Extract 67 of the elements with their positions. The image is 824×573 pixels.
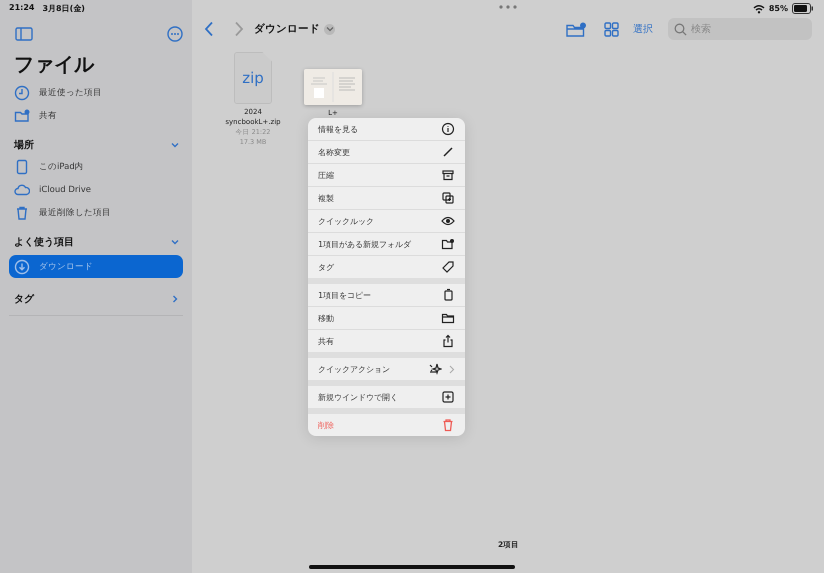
section-title: よく使う項目 xyxy=(14,236,74,248)
chevron-right-icon xyxy=(234,21,244,37)
ellipsis-icon xyxy=(167,26,183,42)
ipad-icon xyxy=(14,158,30,174)
document-pages-drawing xyxy=(305,70,361,104)
sidebar-item[interactable]: 最近使った項目 xyxy=(9,81,183,104)
battery-percentage: 85% xyxy=(768,4,788,13)
share-icon xyxy=(441,334,455,348)
pencil-icon xyxy=(441,145,455,159)
new-folder-button[interactable] xyxy=(566,22,586,36)
wifi-icon xyxy=(752,4,765,14)
info-icon xyxy=(441,122,455,136)
section-title: 場所 xyxy=(14,138,34,152)
trash-icon xyxy=(14,204,30,220)
chevron-down-icon xyxy=(326,26,334,32)
menu-item[interactable]: 名称変更 xyxy=(308,141,465,163)
section-header[interactable]: よく使う項目 xyxy=(9,231,183,252)
menu-item[interactable]: 1項目をコピー xyxy=(308,284,465,306)
folder-title: ダウンロード xyxy=(254,22,320,36)
document-thumbnail[interactable] xyxy=(304,69,362,105)
menu-item[interactable]: 1項目がある新規フォルダ xyxy=(308,233,465,255)
section-header[interactable]: 場所 xyxy=(9,134,183,155)
section-header[interactable]: タグ xyxy=(9,288,183,316)
menu-item[interactable]: 共有 xyxy=(308,330,465,352)
sidebar-item[interactable]: 共有 xyxy=(9,104,183,127)
menu-item[interactable]: 圧縮 xyxy=(308,164,465,186)
sidebar-title: ファイル xyxy=(14,51,96,77)
back-button[interactable] xyxy=(204,21,214,37)
sidebar-icon xyxy=(15,27,33,41)
multitasking-dots-icon xyxy=(499,5,517,9)
section-title: タグ xyxy=(14,292,34,306)
folder-menu-button[interactable] xyxy=(324,24,335,34)
status-date: 3月8日(金) xyxy=(42,3,85,15)
chevron-left-icon xyxy=(204,21,214,37)
sidebar-item[interactable]: iCloud Drive xyxy=(9,178,183,201)
menu-item[interactable]: 新規ウインドウで開く xyxy=(308,386,465,408)
status-time: 21:24 xyxy=(9,3,34,14)
clock-icon xyxy=(14,84,30,100)
new-folder-icon xyxy=(566,22,586,36)
chevron-right-icon xyxy=(449,364,455,374)
grid-icon xyxy=(604,22,619,36)
menu-item[interactable]: 移動 xyxy=(308,307,465,329)
sidebar-toggle-button[interactable] xyxy=(15,27,33,41)
new-folder-icon xyxy=(441,237,455,251)
folder-icon xyxy=(441,311,455,325)
plus-square-icon xyxy=(441,390,455,404)
battery-icon xyxy=(792,3,814,14)
grid-view-button[interactable] xyxy=(604,22,619,36)
menu-item[interactable]: クイックアクション xyxy=(308,358,465,380)
menu-item[interactable]: 情報を見る xyxy=(308,118,465,140)
sidebar-item[interactable]: このiPad内 xyxy=(9,155,183,178)
menu-item[interactable]: クイックルック xyxy=(308,210,465,232)
shared-folder-icon xyxy=(14,108,30,124)
archive-box-icon xyxy=(441,168,455,182)
tag-icon xyxy=(441,260,455,274)
forward-button[interactable] xyxy=(234,21,244,37)
menu-item[interactable]: 複製 xyxy=(308,187,465,209)
more-button[interactable] xyxy=(167,26,183,42)
trash-icon xyxy=(441,418,455,432)
eye-icon xyxy=(441,214,455,228)
sidebar-item[interactable]: 最近削除した項目 xyxy=(9,201,183,224)
cloud-icon xyxy=(14,182,30,198)
search-field[interactable]: 検索 xyxy=(668,18,812,40)
menu-item[interactable]: タグ xyxy=(308,256,465,278)
download-icon xyxy=(14,258,30,274)
duplicate-icon xyxy=(441,191,455,205)
chevron-right-icon xyxy=(170,294,180,304)
